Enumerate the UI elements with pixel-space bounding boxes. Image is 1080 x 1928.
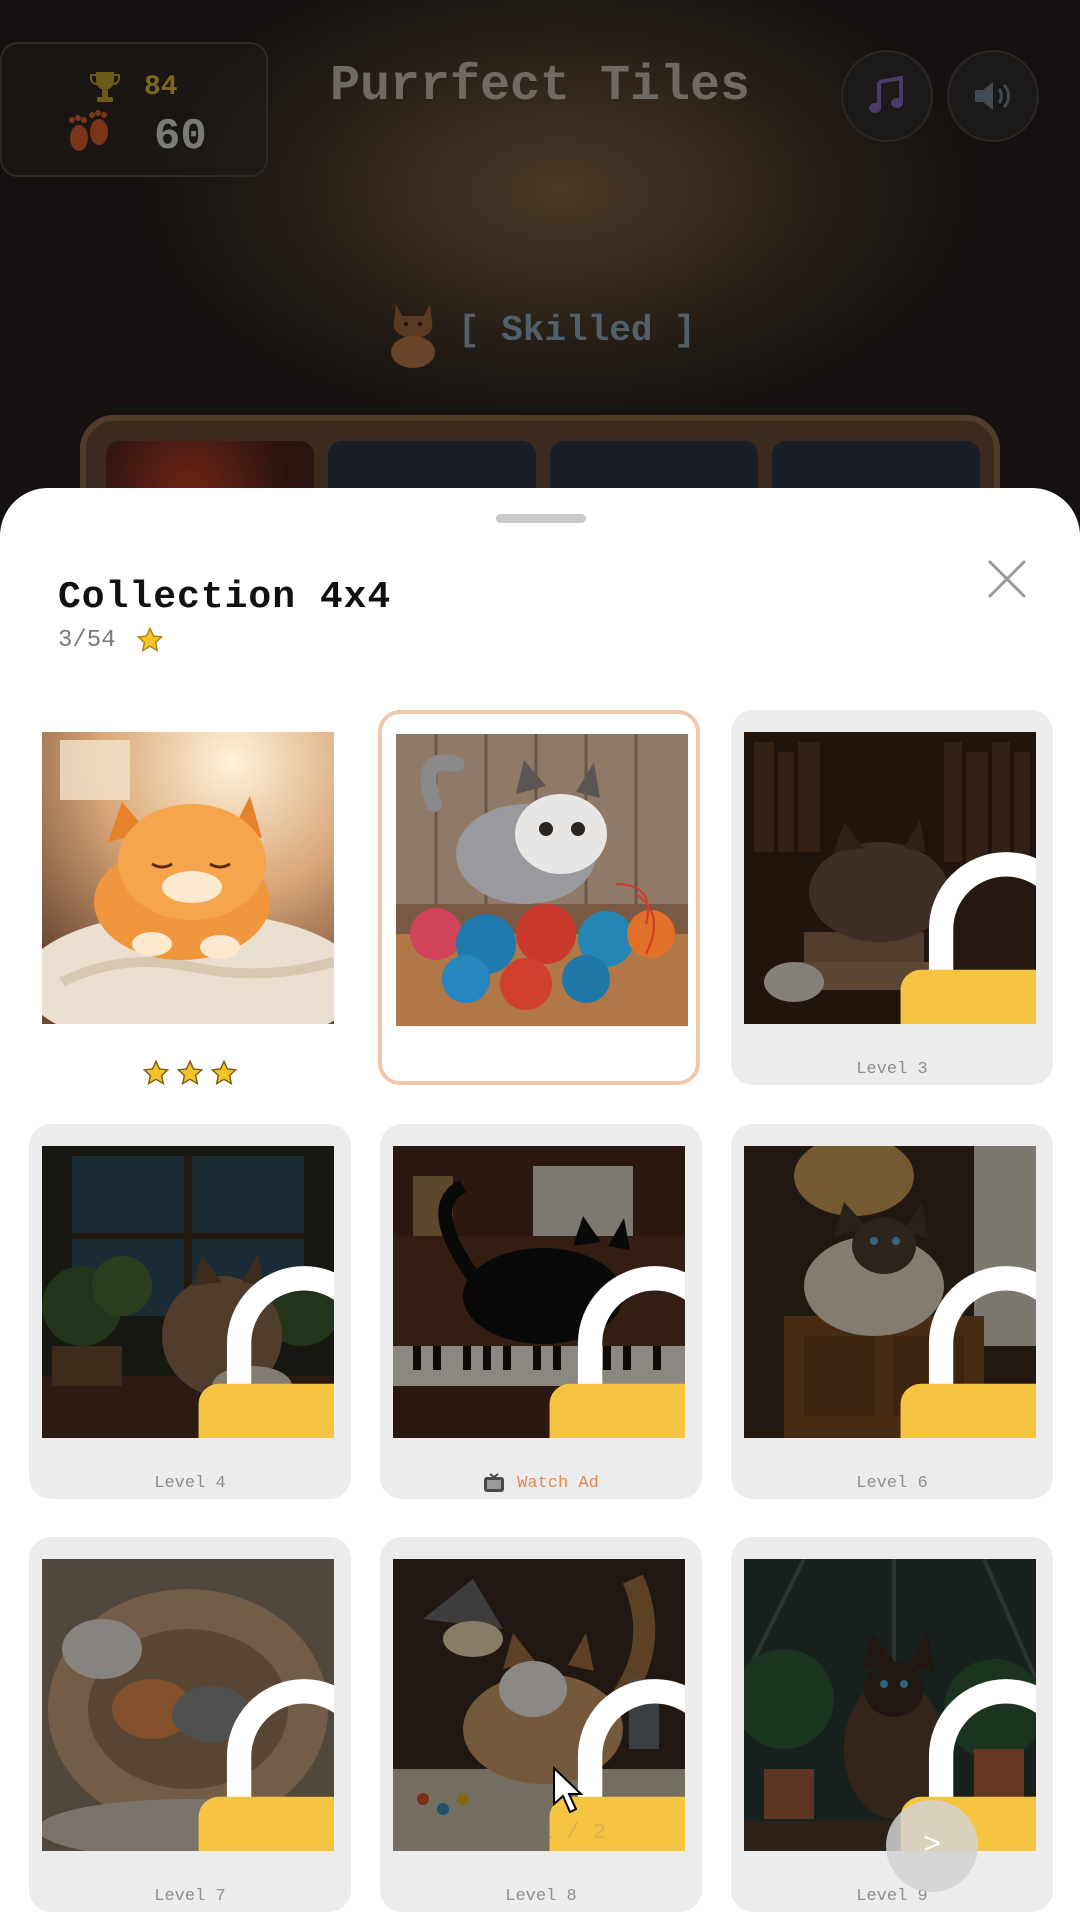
star-icon: [136, 626, 163, 653]
sound-toggle-button[interactable]: [947, 50, 1039, 142]
level-card-7[interactable]: Level 7: [29, 1537, 351, 1912]
level-label: Level 7: [154, 1887, 226, 1906]
level-label: Level 4: [154, 1474, 226, 1493]
level-label: Level 8: [505, 1887, 577, 1906]
speaker-icon: [975, 82, 1010, 110]
level-thumbnail: [42, 1559, 334, 1851]
music-note-icon: [869, 75, 903, 113]
page-indicator: Page 1 / 2: [473, 1820, 607, 1845]
close-icon[interactable]: [982, 554, 1032, 604]
progress-count: 3/54: [58, 626, 116, 654]
level-card-3[interactable]: Level 3: [731, 710, 1053, 1085]
music-toggle-button[interactable]: [841, 50, 933, 142]
padlock-icon: [549, 1266, 685, 1438]
best-score: 84: [144, 72, 178, 103]
level-card-4[interactable]: Level 4: [29, 1124, 351, 1499]
star-icon: [210, 1059, 238, 1086]
game-title: Purrfect Tiles: [329, 58, 751, 115]
level-card-2[interactable]: [378, 710, 700, 1085]
padlock-icon: [900, 852, 1036, 1024]
level-card-6[interactable]: Level 6: [731, 1124, 1053, 1499]
tabby-yarn-image: [396, 734, 688, 1026]
watch-ad-label: Watch Ad: [517, 1473, 599, 1493]
star-rating: [29, 1059, 351, 1087]
collection-progress: 3/54: [58, 626, 164, 654]
level-thumbnail: [744, 732, 1036, 1024]
trophy-icon: [90, 72, 120, 102]
player-rank: [ Skilled ]: [380, 290, 696, 370]
rank-label: [ Skilled ]: [458, 309, 696, 351]
mouse-cursor-icon: [553, 1766, 584, 1814]
level-thumbnail: [42, 1146, 334, 1438]
star-icon: [176, 1059, 204, 1086]
paw-footprints-icon: [69, 110, 108, 151]
level-card-1[interactable]: [29, 710, 351, 1087]
padlock-icon: [198, 1679, 334, 1851]
star-icon: [142, 1059, 170, 1086]
level-thumbnail: [396, 734, 688, 1026]
level-label: Level 3: [856, 1060, 928, 1079]
chevron-right-icon: >: [922, 1829, 941, 1863]
tv-icon: [484, 1473, 505, 1492]
level-thumbnail: [744, 1559, 1036, 1851]
moves-counter: 60: [154, 112, 207, 162]
next-page-button[interactable]: >: [886, 1800, 978, 1892]
level-card-8[interactable]: Level 8: [380, 1537, 702, 1912]
game-background: 84 60 Purrfect Tiles [ Skilled ]: [0, 0, 1080, 561]
watch-ad-button[interactable]: Watch Ad: [380, 1473, 702, 1493]
level-card-5[interactable]: Watch Ad: [380, 1124, 702, 1499]
level-thumbnail: [42, 732, 334, 1024]
sheet-drag-handle[interactable]: [496, 514, 586, 523]
padlock-icon: [198, 1266, 334, 1438]
level-label: Level 6: [856, 1474, 928, 1493]
collection-sheet: Collection 4x4 3/54 Level 3 Level 4 Watc…: [0, 488, 1080, 1928]
level-thumbnail: [744, 1146, 1036, 1438]
collection-title: Collection 4x4: [58, 576, 392, 619]
level-label: Level 9: [856, 1887, 928, 1906]
score-panel: 84 60: [0, 42, 268, 177]
level-thumbnail: [393, 1559, 685, 1851]
kitten-image: [42, 732, 334, 1024]
padlock-icon: [900, 1266, 1036, 1438]
level-thumbnail: [393, 1146, 685, 1438]
cat-avatar-icon: [391, 304, 435, 368]
